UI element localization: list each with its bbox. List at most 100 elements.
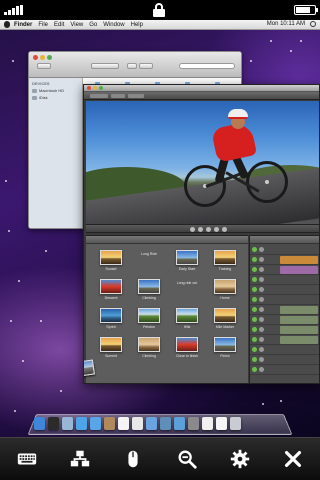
photo-thumbnail[interactable]: Summit — [92, 337, 130, 366]
photo-thumbnail[interactable]: Finish — [206, 337, 244, 366]
view-mode-buttons[interactable] — [91, 63, 119, 69]
address-book-icon[interactable] — [104, 417, 115, 430]
menu-go[interactable]: Go — [89, 22, 97, 28]
downloads-stack-icon[interactable] — [216, 417, 227, 430]
timeline-track[interactable] — [250, 355, 319, 365]
track-solo-icon[interactable] — [259, 247, 264, 252]
track-solo-icon[interactable] — [259, 297, 264, 302]
track-enable-icon[interactable] — [252, 287, 257, 292]
play-button[interactable] — [206, 227, 211, 232]
track-solo-icon[interactable] — [259, 287, 264, 292]
track-solo-icon[interactable] — [259, 337, 264, 342]
track-solo-icon[interactable] — [259, 317, 264, 322]
zoom-button[interactable] — [47, 55, 52, 60]
track-enable-icon[interactable] — [252, 367, 257, 372]
close-button[interactable] — [33, 55, 38, 60]
timeline-track[interactable] — [250, 275, 319, 285]
track-enable-icon[interactable] — [252, 277, 257, 282]
photo-thumbnail[interactable]: Sunset — [92, 250, 130, 279]
menu-finder[interactable]: Finder — [14, 22, 32, 28]
timeline-track[interactable] — [250, 335, 319, 345]
disconnect-button[interactable] — [277, 443, 309, 475]
photo-thumbnail[interactable]: Early Start — [168, 250, 206, 279]
quicklook-button[interactable] — [127, 63, 137, 69]
track-enable-icon[interactable] — [252, 357, 257, 362]
track-enable-icon[interactable] — [252, 327, 257, 332]
audio-waveform-clip[interactable] — [280, 326, 318, 334]
aperture-titlebar[interactable] — [84, 85, 319, 92]
zoom-button[interactable] — [171, 443, 203, 475]
track-enable-icon[interactable] — [252, 317, 257, 322]
search-input[interactable] — [179, 63, 235, 69]
timeline-track[interactable] — [250, 285, 319, 295]
system-preferences-icon[interactable] — [188, 417, 199, 430]
track-enable-icon[interactable] — [252, 307, 257, 312]
timeline-clip[interactable] — [280, 266, 318, 274]
iphoto-icon[interactable] — [160, 417, 171, 430]
photo-thumbnail[interactable]: Training — [206, 250, 244, 279]
menu-edit[interactable]: Edit — [54, 22, 64, 28]
dashboard-icon[interactable] — [48, 417, 59, 430]
menu-file[interactable]: File — [38, 22, 48, 28]
menu-view[interactable]: View — [70, 22, 83, 28]
photo-thumbnail[interactable]: Climbing — [130, 337, 168, 366]
photo-thumbnail[interactable]: Long ride out — [84, 279, 206, 378]
itunes-icon[interactable] — [146, 417, 157, 430]
action-button[interactable] — [139, 63, 153, 69]
rotate-right-button[interactable] — [214, 227, 219, 232]
finder-icon[interactable] — [34, 417, 45, 430]
track-solo-icon[interactable] — [259, 267, 264, 272]
track-enable-icon[interactable] — [252, 337, 257, 342]
track-enable-icon[interactable] — [252, 297, 257, 302]
timeline-track[interactable] — [250, 325, 319, 335]
minimize-button[interactable] — [40, 55, 45, 60]
close-button[interactable] — [87, 86, 91, 90]
photo-thumbnail[interactable]: Sprint — [92, 308, 130, 337]
audio-waveform-clip[interactable] — [280, 306, 318, 314]
back-forward-button[interactable] — [37, 63, 51, 69]
timeline-track[interactable] — [250, 265, 319, 275]
timeline-clip[interactable] — [280, 256, 318, 264]
track-enable-icon[interactable] — [252, 347, 257, 352]
timeline-track[interactable] — [250, 255, 319, 265]
photo-thumbnail[interactable]: Close to finish — [168, 337, 206, 366]
photo-thumbnail[interactable]: Mile Marker — [206, 308, 244, 337]
timeline-track[interactable] — [250, 315, 319, 325]
track-solo-icon[interactable] — [259, 257, 264, 262]
library-tab[interactable] — [90, 94, 108, 98]
finder-titlebar[interactable] — [29, 52, 241, 78]
photo-thumbnail[interactable]: Peloton — [130, 308, 168, 337]
connection-button[interactable] — [64, 443, 96, 475]
preview-icon[interactable] — [132, 417, 143, 430]
track-enable-icon[interactable] — [252, 267, 257, 272]
track-solo-icon[interactable] — [259, 277, 264, 282]
photo-thumbnail[interactable]: Descent — [92, 279, 130, 308]
mouse-button[interactable] — [117, 443, 149, 475]
ichat-icon[interactable] — [90, 417, 101, 430]
rotate-button[interactable] — [198, 227, 203, 232]
ical-icon[interactable] — [118, 417, 129, 430]
menubar-clock[interactable]: Mon 10:11 AM — [267, 21, 305, 27]
spotlight-icon[interactable] — [310, 21, 316, 27]
timeline-track[interactable] — [250, 345, 319, 355]
zoom-button[interactable] — [99, 86, 103, 90]
menu-window[interactable]: Window — [103, 22, 124, 28]
adjustments-tab[interactable] — [128, 94, 144, 98]
menu-help[interactable]: Help — [131, 22, 143, 28]
settings-button[interactable] — [224, 443, 256, 475]
apple-menu-icon[interactable] — [4, 21, 10, 28]
sidebar-item-idisk[interactable]: iDisk — [32, 95, 79, 100]
minimize-button[interactable] — [93, 86, 97, 90]
timeline-track[interactable] — [250, 295, 319, 305]
remote-desktop[interactable]: Finder File Edit View Go Window Help Mon… — [0, 20, 320, 437]
track-enable-icon[interactable] — [252, 257, 257, 262]
track-solo-icon[interactable] — [259, 327, 264, 332]
timeline-track[interactable] — [250, 245, 319, 255]
trash-icon[interactable] — [230, 417, 241, 430]
previous-button[interactable] — [190, 227, 195, 232]
mail-icon[interactable] — [62, 417, 73, 430]
photo-thumbnail[interactable]: Home — [206, 279, 244, 308]
time-machine-icon[interactable] — [174, 417, 185, 430]
photo-thumbnail[interactable]: Hills — [168, 308, 206, 337]
audio-waveform-clip[interactable] — [280, 316, 318, 324]
